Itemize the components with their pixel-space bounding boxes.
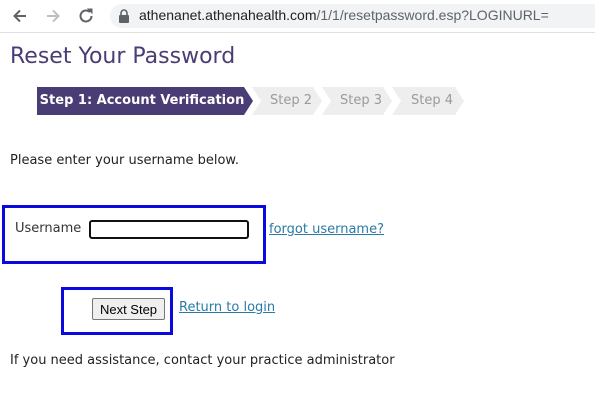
step-1: Step 1: Account Verification [37, 87, 253, 115]
reload-icon[interactable] [76, 6, 96, 26]
browser-toolbar: athenanet.athenahealth.com/1/1/resetpass… [0, 0, 595, 33]
username-label: Username [15, 221, 82, 236]
step-progress-bar: Step 1: Account Verification Step 2 Step… [37, 87, 467, 115]
step-1-label: Step 1: Account Verification [39, 93, 245, 108]
forgot-username-link[interactable]: forgot username? [269, 222, 384, 237]
url-path: /1/1/resetpassword.esp?LOGINURL= [316, 7, 549, 23]
username-input[interactable] [89, 220, 249, 239]
step-2-label: Step 2 [269, 93, 312, 108]
step-3-label: Step 3 [339, 93, 382, 108]
return-to-login-link[interactable]: Return to login [179, 300, 275, 315]
step-3: Step 3 [322, 87, 392, 115]
next-step-button[interactable]: Next Step [92, 298, 165, 320]
step-2: Step 2 [252, 87, 322, 115]
lock-icon[interactable] [118, 9, 130, 23]
assistance-text: If you need assistance, contact your pra… [10, 353, 395, 368]
url-host: athenanet.athenahealth.com [139, 7, 317, 23]
instruction-text: Please enter your username below. [10, 153, 240, 168]
step-4-label: Step 4 [410, 93, 453, 108]
url-text[interactable]: athenanet.athenahealth.com/1/1/resetpass… [139, 7, 549, 23]
step-4: Step 4 [392, 87, 464, 115]
arrow-right-icon[interactable] [43, 6, 63, 26]
address-bar[interactable]: athenanet.athenahealth.com/1/1/resetpass… [110, 4, 595, 28]
arrow-left-icon[interactable] [10, 6, 30, 26]
page-title: Reset Your Password [10, 44, 236, 69]
